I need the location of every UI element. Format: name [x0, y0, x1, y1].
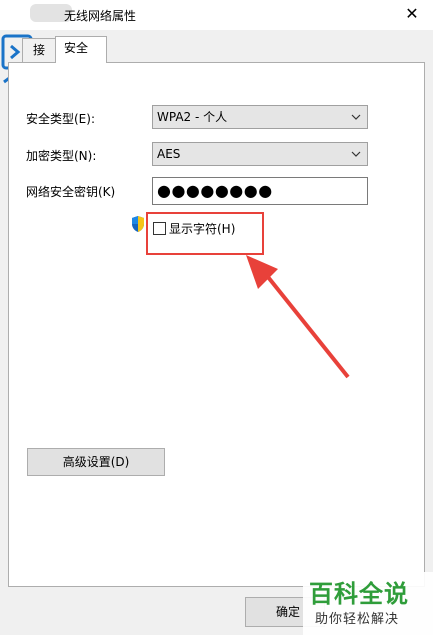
watermark-title: 百科全说: [309, 580, 409, 608]
uac-shield-icon: [132, 216, 144, 232]
tab-security[interactable]: 安全: [55, 36, 107, 63]
chevron-down-icon: [351, 151, 361, 157]
encryption-type-value: AES: [157, 147, 181, 161]
security-type-label: 安全类型(E):: [26, 112, 95, 126]
security-tab-panel: [8, 62, 425, 587]
network-key-input[interactable]: ●●●●●●●●: [152, 177, 368, 205]
close-icon[interactable]: ✕: [399, 2, 425, 26]
advanced-settings-button[interactable]: 高级设置(D): [27, 448, 165, 476]
security-type-select[interactable]: WPA2 - 个人: [152, 105, 368, 129]
encryption-type-label: 加密类型(N):: [26, 149, 97, 163]
window-title: 无线网络属性: [64, 9, 137, 23]
encryption-type-select[interactable]: AES: [152, 142, 368, 166]
network-key-label: 网络安全密钥(K): [26, 185, 116, 199]
title-bar: 无线网络属性 ✕: [0, 0, 433, 30]
watermark: 百科全说 助你轻松解决: [303, 572, 433, 635]
chevron-down-icon: [351, 114, 361, 120]
wireless-properties-window: 无线网络属性 ✕ 接 安全 安全类型(E): WPA2 - 个人 加密类型(N)…: [0, 0, 433, 635]
security-type-value: WPA2 - 个人: [157, 110, 228, 124]
annotation-arrow: [246, 255, 350, 379]
watermark-subtitle: 助你轻松解决: [315, 612, 400, 627]
highlight-box: [146, 212, 264, 255]
tab-connection[interactable]: 接: [22, 38, 56, 62]
